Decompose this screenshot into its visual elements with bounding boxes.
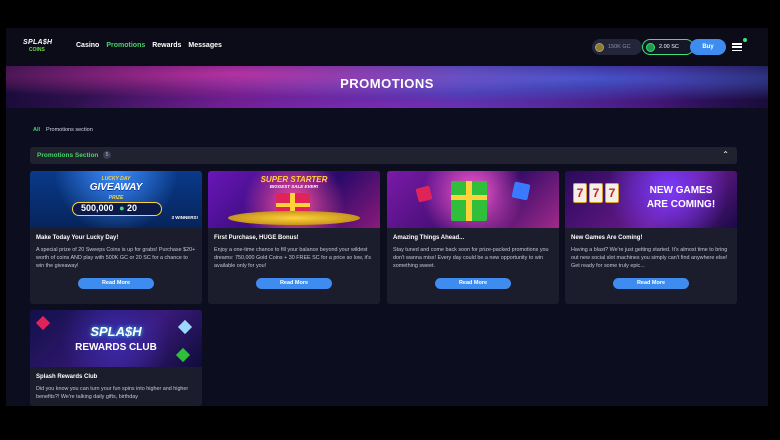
site-logo[interactable]: SPLA$H COINS <box>23 39 59 57</box>
gold-coin-icon <box>595 42 604 52</box>
red-gift-icon <box>415 185 433 203</box>
breadcrumb-all[interactable]: All <box>33 127 40 133</box>
nav-rewards[interactable]: Rewards <box>152 42 181 49</box>
card-title: New Games Are Coming! <box>571 235 643 241</box>
slot-reel-icon: 7 <box>605 183 619 203</box>
card-description: Enjoy a one-time chance to fill your bal… <box>214 247 371 269</box>
card-title: Amazing Things Ahead... <box>393 235 465 241</box>
promo-card-lucky-day: LUCKY DAY GIVEAWAY PRIZE 500,000 ● 20 3 … <box>30 171 202 304</box>
sweeps-coin-balance[interactable]: 2.00 SC <box>642 39 694 55</box>
sc-balance-value: 2.00 SC <box>659 44 679 50</box>
read-more-button[interactable]: Read More <box>256 278 332 289</box>
section-count-badge: 5 <box>103 151 111 159</box>
coin-pile <box>228 211 360 225</box>
slot-reel-icon: 7 <box>573 183 587 203</box>
art-rewards-club: REWARDS CLUB <box>75 342 157 353</box>
breadcrumb-current: Promotions section <box>46 127 93 133</box>
art-super-starter: SUPER STARTER <box>260 175 328 184</box>
read-more-button[interactable]: Read More <box>613 278 689 289</box>
card-description: Did you know you can turn your fun spins… <box>36 386 189 400</box>
logo-subtext: COINS <box>29 47 45 53</box>
promo-image-new-games: 7 7 7 NEW GAMES ARE COMING! <box>565 171 737 228</box>
art-new-games: NEW GAMES <box>649 185 713 196</box>
hamburger-menu-icon[interactable] <box>732 43 742 52</box>
art-prize-pill: 500,000 ● 20 <box>72 202 162 216</box>
screen-frame: SPLA$H COINS Casino Promotions Rewards M… <box>0 0 780 440</box>
card-title: Make Today Your Lucky Day! <box>36 235 119 241</box>
promo-image-super-starter: SUPER STARTER BIGGEST SALE EVER! <box>208 171 380 228</box>
section-title: Promotions Section <box>37 152 99 159</box>
art-are-coming: ARE COMING! <box>646 199 716 210</box>
promo-image-rewards-club: SPLA$H REWARDS CLUB <box>30 310 202 367</box>
breadcrumb: All Promotions section <box>33 127 93 133</box>
gold-coin-balance[interactable]: 150K GC <box>592 39 642 55</box>
art-winners: 3 WINNERS! <box>171 215 198 220</box>
app-window: SPLA$H COINS Casino Promotions Rewards M… <box>6 28 768 406</box>
art-biggest-sale: BIGGEST SALE EVER! <box>269 184 319 189</box>
nav-messages[interactable]: Messages <box>188 42 221 49</box>
promotions-section-header[interactable]: Promotions Section 5 ⌃ <box>30 147 737 164</box>
chevron-up-icon[interactable]: ⌃ <box>722 150 729 159</box>
promo-image-gifts <box>387 171 559 228</box>
blue-gift-icon <box>511 181 531 201</box>
card-description: A special prize of 20 Sweeps Coins is up… <box>36 247 196 269</box>
promo-card-first-purchase: SUPER STARTER BIGGEST SALE EVER! First P… <box>208 171 380 304</box>
main-nav: Casino Promotions Rewards Messages <box>76 42 222 49</box>
card-title: Splash Rewards Club <box>36 374 98 380</box>
slot-reel-icon: 7 <box>589 183 603 203</box>
buy-button[interactable]: Buy <box>690 39 726 55</box>
promo-card-rewards-club: SPLA$H REWARDS CLUB Splash Rewards Club … <box>30 310 202 406</box>
top-header: SPLA$H COINS Casino Promotions Rewards M… <box>6 28 768 66</box>
card-description: Stay tuned and come back soon for prize-… <box>393 247 549 269</box>
art-sc-amount: 20 <box>127 203 138 213</box>
nav-promotions[interactable]: Promotions <box>106 42 145 49</box>
logo-text: SPLA$H <box>23 39 53 46</box>
page-title: PROMOTIONS <box>340 76 434 91</box>
art-splash: SPLA$H <box>90 324 142 339</box>
card-description: Having a blast? We're just getting start… <box>571 247 728 269</box>
sweeps-coin-icon <box>646 42 655 52</box>
card-title: First Purchase, HUGE Bonus! <box>214 235 299 241</box>
notification-dot <box>743 38 747 42</box>
art-gc-amount: 500,000 <box>81 203 114 213</box>
read-more-button[interactable]: Read More <box>78 278 154 289</box>
promo-image-giveaway: LUCKY DAY GIVEAWAY PRIZE 500,000 ● 20 3 … <box>30 171 202 228</box>
nav-casino[interactable]: Casino <box>76 42 99 49</box>
art-giveaway: GIVEAWAY <box>89 182 143 193</box>
gc-balance-value: 150K GC <box>608 44 631 50</box>
promo-card-new-games: 7 7 7 NEW GAMES ARE COMING! New Games Ar… <box>565 171 737 304</box>
promotions-banner: PROMOTIONS <box>6 66 768 108</box>
promo-card-amazing-things: Amazing Things Ahead... Stay tuned and c… <box>387 171 559 304</box>
read-more-button[interactable]: Read More <box>435 278 511 289</box>
art-prize: PRIZE <box>108 195 124 201</box>
